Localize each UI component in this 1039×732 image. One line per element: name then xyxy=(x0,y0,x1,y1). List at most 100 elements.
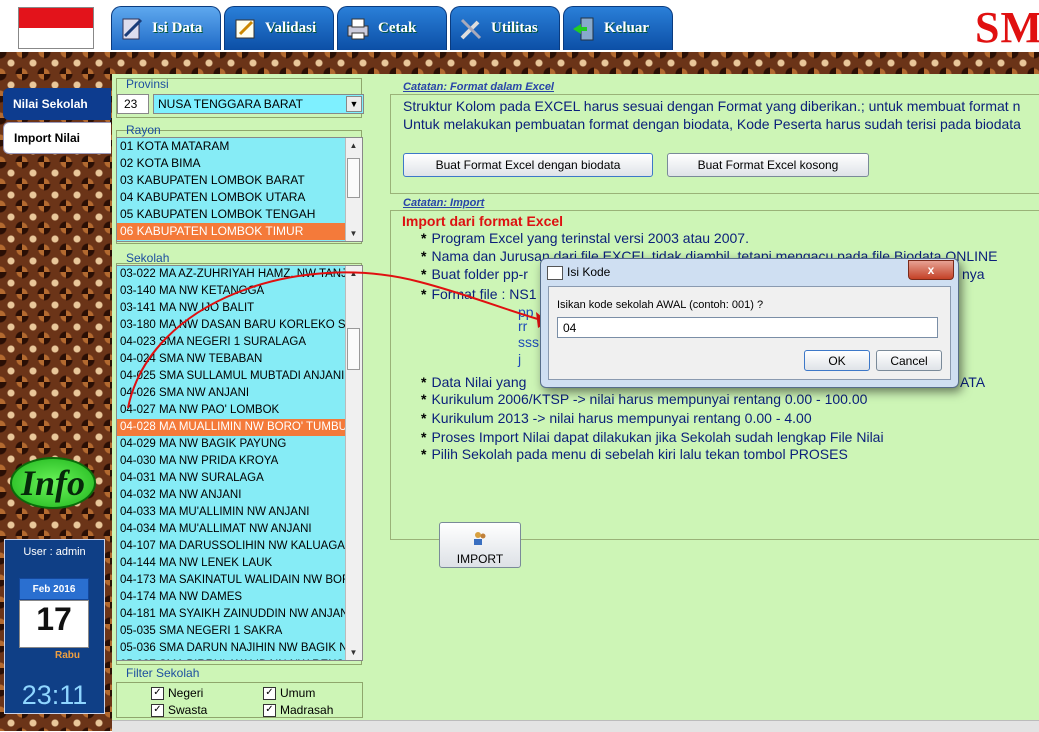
filter-madrasah-checkbox[interactable]: ✓ Madrasah xyxy=(263,703,333,717)
list-item[interactable]: 04-173 MA SAKINATUL WALIDAIN NW BOROH xyxy=(117,572,362,589)
list-item[interactable]: 06 KABUPATEN LOMBOK TIMUR xyxy=(117,223,362,240)
app-brand-logo: SM xyxy=(975,3,1039,52)
filter-label: Filter Sekolah xyxy=(126,666,200,680)
sidebar-item-label: Import Nilai xyxy=(14,131,81,145)
list-item[interactable]: 04-032 MA NW ANJANI xyxy=(117,487,362,504)
list-item[interactable]: 04-028 MA MUALLIMIN NW BORO' TUMBUH xyxy=(117,419,362,436)
list-item[interactable]: 04-034 MA MU'ALLIMAT NW ANJANI xyxy=(117,521,362,538)
list-item[interactable]: 05 KABUPATEN LOMBOK TENGAH xyxy=(117,206,362,223)
list-item[interactable]: 04-026 SMA NW ANJANI xyxy=(117,385,362,402)
bullet-item: * Program Excel yang terinstal versi 2003… xyxy=(421,230,749,246)
list-item[interactable]: 03 KABUPATEN LOMBOK BARAT xyxy=(117,172,362,189)
rayon-label: Rayon xyxy=(126,123,161,137)
dialog-title: Isi Kode xyxy=(567,265,611,279)
bullet-item: * Pilih Sekolah pada menu di sebelah kiri… xyxy=(421,446,848,462)
format-section-title: Catatan: Format dalam Excel xyxy=(403,81,554,93)
scroll-up-icon[interactable]: ▲ xyxy=(346,266,361,281)
tab-isi-data[interactable]: Isi Data xyxy=(111,6,221,50)
list-item[interactable]: 04-033 MA MU'ALLIMIN NW ANJANI xyxy=(117,504,362,521)
validasi-icon xyxy=(231,15,259,43)
list-item[interactable]: 05-035 SMA NEGERI 1 SAKRA xyxy=(117,623,362,640)
tab-validasi[interactable]: Validasi xyxy=(224,6,334,50)
list-item[interactable]: 04-174 MA NW DAMES xyxy=(117,589,362,606)
close-icon[interactable]: x xyxy=(908,260,954,280)
checkbox-icon[interactable]: ✓ xyxy=(151,703,164,717)
tab-utilitas[interactable]: Utilitas xyxy=(450,6,560,50)
scroll-down-icon[interactable]: ▼ xyxy=(346,645,361,660)
list-item[interactable]: 04 KABUPATEN LOMBOK UTARA xyxy=(117,189,362,206)
list-item[interactable]: 04-144 MA NW LENEK LAUK xyxy=(117,555,362,572)
format-text-line1: Struktur Kolom pada EXCEL harus sesuai d… xyxy=(403,98,1021,114)
list-item[interactable]: 04-024 SMA NW TEBABAN xyxy=(117,351,362,368)
list-item[interactable]: 04-025 SMA SULLAMUL MUBTADI ANJANI xyxy=(117,368,362,385)
window-icon xyxy=(547,266,563,280)
batik-strip xyxy=(0,52,1039,74)
list-item[interactable]: 04-031 MA NW SURALAGA xyxy=(117,470,362,487)
list-item[interactable]: 03-141 MA NW IJO BALIT xyxy=(117,300,362,317)
tab-keluar[interactable]: Keluar xyxy=(563,6,673,50)
cancel-button[interactable]: Cancel xyxy=(876,350,942,371)
provinsi-name: NUSA TENGGARA BARAT xyxy=(158,97,303,111)
info-button[interactable]: Info xyxy=(10,457,96,509)
isi-data-icon xyxy=(118,15,146,43)
checkbox-icon[interactable]: ✓ xyxy=(263,703,276,717)
checkbox-icon[interactable]: ✓ xyxy=(263,686,276,700)
status-bar xyxy=(112,720,1039,732)
sidebar-item-import-nilai[interactable]: Import Nilai xyxy=(3,122,111,154)
indonesia-flag-icon xyxy=(18,7,94,49)
calendar-month: Feb 2016 xyxy=(19,578,89,600)
ok-button[interactable]: OK xyxy=(804,350,870,371)
sekolah-scrollbar[interactable]: ▲ ▼ xyxy=(345,266,362,660)
sekolah-list[interactable]: 03-022 MA AZ-ZUHRIYAH HAMZ. NW TANJUN 03-… xyxy=(116,265,363,661)
exit-door-icon xyxy=(570,15,598,43)
list-item[interactable]: 05-037 SMA BIRRUL WALIDAIN NW RENSING xyxy=(117,657,362,660)
sidebar-item-nilai-sekolah[interactable]: Nilai Sekolah xyxy=(3,88,111,120)
checkbox-icon[interactable]: ✓ xyxy=(151,686,164,700)
import-users-icon xyxy=(472,530,488,546)
provinsi-select[interactable]: NUSA TENGGARA BARAT ▼ xyxy=(153,94,364,114)
bullet-item: * Kurikulum 2006/KTSP -> nilai harus memp… xyxy=(421,391,868,407)
filter-umum-checkbox[interactable]: ✓ Umum xyxy=(263,686,315,700)
buat-format-kosong-button[interactable]: Buat Format Excel kosong xyxy=(667,153,869,177)
import-section-title: Catatan: Import xyxy=(403,197,485,209)
tab-cetak[interactable]: Cetak xyxy=(337,6,447,50)
scroll-up-icon[interactable]: ▲ xyxy=(346,138,361,153)
sekolah-label: Sekolah xyxy=(126,251,170,265)
list-item[interactable]: 03-140 MA NW KETANGGA xyxy=(117,283,362,300)
bullet-item: * Format file : NS1 xyxy=(421,286,537,302)
list-item[interactable]: 04-029 MA NW BAGIK PAYUNG xyxy=(117,436,362,453)
list-item[interactable]: 04-030 MA NW PRIDA KROYA xyxy=(117,453,362,470)
list-item[interactable]: 04-027 MA NW PAO' LOMBOK xyxy=(117,402,362,419)
list-item[interactable]: 04-023 SMA NEGERI 1 SURALAGA xyxy=(117,334,362,351)
scroll-down-icon[interactable]: ▼ xyxy=(346,226,361,241)
top-bar: Isi Data Validasi Cetak Utilitas Keluar … xyxy=(0,0,1039,52)
buat-format-biodata-button[interactable]: Buat Format Excel dengan biodata xyxy=(403,153,653,177)
calendar-weekday: Rabu xyxy=(55,650,80,661)
list-item[interactable]: 01 KOTA MATARAM xyxy=(117,138,362,155)
provinsi-code-field[interactable]: 23 xyxy=(117,94,149,114)
import-button[interactable]: IMPORT xyxy=(439,522,521,568)
clock: 23:11 xyxy=(21,680,88,710)
user-label: User : admin xyxy=(23,546,86,558)
import-heading: Import dari format Excel xyxy=(402,213,564,229)
info-label: Info xyxy=(20,463,86,503)
bullet-item: * Kurikulum 2013 -> nilai harus mempunyai… xyxy=(421,410,812,426)
list-item[interactable]: 03-022 MA AZ-ZUHRIYAH HAMZ. NW TANJUN xyxy=(117,266,362,283)
calendar-day: 17 xyxy=(36,601,72,637)
kode-sekolah-input[interactable] xyxy=(557,317,938,338)
list-item[interactable]: 04-181 MA SYAIKH ZAINUDDIN NW ANJANI xyxy=(117,606,362,623)
rayon-scrollbar[interactable]: ▲ ▼ xyxy=(345,138,362,241)
filter-negeri-checkbox[interactable]: ✓ Negeri xyxy=(151,686,203,700)
list-item[interactable]: 04-107 MA DARUSSOLIHIN NW KALUAGA xyxy=(117,538,362,555)
chevron-down-icon[interactable]: ▼ xyxy=(346,96,362,112)
list-item[interactable]: 03-180 MA NW DASAN BARU KORLEKO SELA xyxy=(117,317,362,334)
bullet-item: * Buat folder pp-r xyxy=(421,266,528,282)
dialog-prompt: Isikan kode sekolah AWAL (contoh: 001) ? xyxy=(557,299,764,311)
format-sub-line: j xyxy=(518,351,522,367)
bullet-item: * Proses Import Nilai dapat dilakukan jik… xyxy=(421,429,884,445)
rayon-list[interactable]: 01 KOTA MATARAM 02 KOTA BIMA 03 KABUPATEN … xyxy=(116,137,363,242)
list-item[interactable]: 05-036 SMA DARUN NAJIHIN NW BAGIK NYAL xyxy=(117,640,362,657)
list-item[interactable]: 02 KOTA BIMA xyxy=(117,155,362,172)
bullet-tail: nya xyxy=(962,266,985,282)
filter-swasta-checkbox[interactable]: ✓ Swasta xyxy=(151,703,207,717)
